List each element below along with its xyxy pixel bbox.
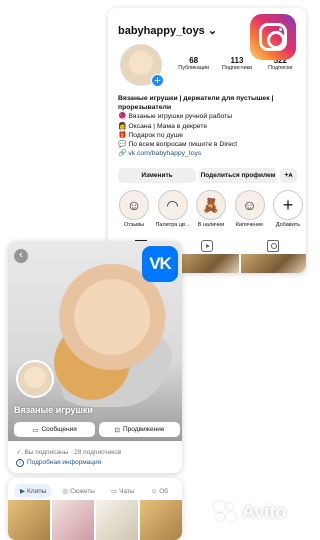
clip-thumbnail[interactable] xyxy=(140,500,182,540)
post-thumbnail[interactable] xyxy=(174,254,240,273)
stat-label: Подписки xyxy=(268,65,293,71)
bio-line: 💬 По всем вопросам пишите в Direct xyxy=(118,141,238,149)
vk-community-card: ‹ VK Вязаные игрушки ▭ Сообщения ⊡ Продв… xyxy=(8,241,182,473)
add-story-icon[interactable]: + xyxy=(151,74,164,87)
post-thumbnail[interactable] xyxy=(241,254,306,273)
highlight-label: Палитра цв... xyxy=(155,222,190,228)
tab-chats[interactable]: ▭ Чаты xyxy=(105,484,141,498)
highlight-thumbnail: ☺ xyxy=(234,190,265,220)
avatar[interactable] xyxy=(16,360,54,398)
button-label: Сообщения xyxy=(41,426,77,433)
bio-name: Вязаные игрушки | держатели для пустышек… xyxy=(118,95,274,112)
messages-button[interactable]: ▭ Сообщения xyxy=(14,422,95,437)
avito-logo-icon xyxy=(214,501,238,523)
check-icon: ✓ xyxy=(16,449,22,456)
stat-followers[interactable]: 113 Подписчики xyxy=(215,56,258,71)
highlight-boiling[interactable]: ☺ Кипячение xyxy=(232,190,268,228)
stat-label: Подписчики xyxy=(221,65,253,71)
tab-clips[interactable]: ▶ Клипы xyxy=(14,484,53,498)
chat-icon: ▭ xyxy=(32,426,39,434)
clips-icon: ▶ xyxy=(20,488,25,495)
avatar[interactable]: + xyxy=(120,44,164,87)
stat-value: 113 xyxy=(230,56,244,65)
highlight-thumbnail: 🧸 xyxy=(196,190,226,220)
clip-thumbnail[interactable] xyxy=(8,500,50,540)
subscription-status[interactable]: ✓ Вы подписаны · 28 подписчиков xyxy=(16,448,121,456)
reels-icon[interactable] xyxy=(201,240,213,252)
vk-logo-icon: VK xyxy=(142,246,178,282)
share-profile-button[interactable]: Поделиться профилем xyxy=(199,168,277,183)
clips-row xyxy=(8,500,182,540)
tagged-icon[interactable] xyxy=(267,240,279,252)
discover-people-button[interactable]: +ᴀ xyxy=(280,168,297,183)
bio-line: 🎁 Подарок по душе xyxy=(118,131,183,139)
tab-label: Клипы xyxy=(27,487,47,495)
bio-line: 👩 Оксана | Мама в декрете xyxy=(118,122,208,130)
chats-icon: ▭ xyxy=(110,488,118,495)
vk-content-tabs-card: ▶ Клипы ◎ Сюжеты ▭ Чаты ☺ Об xyxy=(8,478,182,540)
tab-stories[interactable]: ◎ Сюжеты xyxy=(56,484,101,498)
stat-posts[interactable]: 68 Публикации xyxy=(172,56,215,71)
highlight-add[interactable]: + Добавить xyxy=(270,190,306,228)
back-icon[interactable]: ‹ xyxy=(14,249,28,263)
bio-line: 🧶 Вязаные игрушки ручной работы xyxy=(118,113,233,121)
more-info-link[interactable]: i Подробная информация xyxy=(16,459,101,467)
clip-thumbnail[interactable] xyxy=(96,500,138,540)
highlight-label: Добавить xyxy=(275,222,301,228)
content-tabs: ▶ Клипы ◎ Сюжеты ▭ Чаты ☺ Об xyxy=(14,484,174,498)
about-icon: ☺ xyxy=(150,487,158,495)
chevron-down-icon[interactable]: ⌄ xyxy=(208,25,217,37)
stat-value: 68 xyxy=(189,56,199,65)
highlight-reviews[interactable]: ☺ Отзывы xyxy=(116,190,152,228)
username-text: babyhappy_toys xyxy=(118,25,205,37)
tab-label: Об xyxy=(159,487,169,495)
avito-watermark: Avito xyxy=(214,501,286,523)
highlight-palette[interactable]: ◠ Палитра цв... xyxy=(155,190,191,228)
tab-label: Сюжеты xyxy=(70,487,95,495)
highlight-in-stock[interactable]: 🧸 В наличии xyxy=(193,190,229,228)
highlight-thumbnail: ◠ xyxy=(157,190,188,220)
promotion-icon: ⊡ xyxy=(114,426,120,434)
button-label: Продвижение xyxy=(123,426,165,433)
community-actions: ▭ Сообщения ⊡ Продвижение xyxy=(14,422,180,437)
tab-about[interactable]: ☺ Об xyxy=(145,484,174,498)
instagram-logo-icon xyxy=(250,14,296,60)
highlight-label: Отзывы xyxy=(123,222,145,228)
profile-bio: Вязаные игрушки | держатели для пустышек… xyxy=(118,94,302,158)
profile-username[interactable]: babyhappy_toys ⌄ xyxy=(118,24,217,37)
info-icon: i xyxy=(16,459,24,467)
edit-profile-button[interactable]: Изменить xyxy=(118,168,196,183)
tab-label: Чаты xyxy=(119,487,135,495)
clip-thumbnail[interactable] xyxy=(52,500,94,540)
more-info-text: Подробная информация xyxy=(27,459,102,466)
highlight-label: В наличии xyxy=(197,222,225,228)
stories-icon: ◎ xyxy=(62,488,69,495)
promotion-button[interactable]: ⊡ Продвижение xyxy=(99,422,180,437)
avito-wordmark: Avito xyxy=(242,501,287,522)
profile-actions: Изменить Поделиться профилем +ᴀ xyxy=(118,168,302,183)
highlight-thumbnail: ☺ xyxy=(119,190,149,220)
plus-icon: + xyxy=(273,190,303,220)
highlight-label: Кипячение xyxy=(235,222,264,228)
bio-link[interactable]: 🔗 vk.com/babyhappy_toys xyxy=(118,149,302,158)
subscription-text: Вы подписаны · 28 подписчиков xyxy=(24,449,122,456)
story-highlights: ☺ Отзывы ◠ Палитра цв... 🧸 В наличии ☺ К… xyxy=(116,190,306,228)
stat-label: Публикации xyxy=(178,65,210,71)
community-name: Вязаные игрушки xyxy=(14,405,93,415)
